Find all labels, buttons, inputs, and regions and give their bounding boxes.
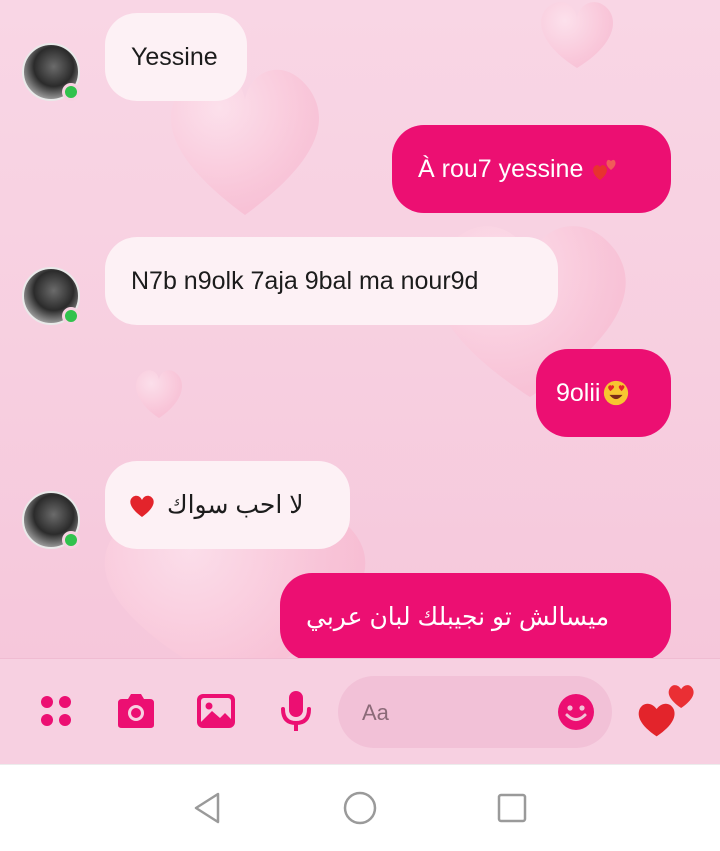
hearts-icon[interactable] <box>634 676 700 742</box>
heart-eyes-face-icon <box>604 380 629 406</box>
online-status-dot <box>62 83 80 101</box>
recents-icon[interactable] <box>496 792 528 824</box>
message-text: 9olii <box>556 378 601 407</box>
image-icon[interactable] <box>192 687 240 735</box>
message-bubble-outgoing[interactable]: À rou7 yessine <box>392 125 671 213</box>
microphone-icon[interactable] <box>272 687 320 735</box>
message-bubble-incoming[interactable]: Yessine <box>105 13 247 101</box>
message-text: Yessine <box>131 42 218 71</box>
online-status-dot <box>62 307 80 325</box>
message-text: ميسالش تو نجيبلك لبان عربي <box>306 603 610 631</box>
back-icon[interactable] <box>192 791 222 825</box>
avatar[interactable] <box>22 43 80 101</box>
red-heart-icon <box>130 495 154 517</box>
message-bubble-outgoing[interactable]: 9olii <box>536 349 671 437</box>
two-hearts-icon <box>593 159 616 180</box>
avatar[interactable] <box>22 491 80 549</box>
smiley-icon[interactable] <box>556 692 596 732</box>
background-heart-icon <box>535 0 620 70</box>
message-input[interactable]: Aa <box>338 676 612 748</box>
avatar[interactable] <box>22 267 80 325</box>
message-bubble-incoming[interactable]: N7b n9olk 7aja 9bal ma nour9d <box>105 237 558 325</box>
background-heart-icon <box>132 368 187 420</box>
message-input-placeholder: Aa <box>362 700 389 725</box>
message-text: لا احب سواك <box>167 491 304 519</box>
message-bubble-incoming[interactable]: لا احب سواك <box>105 461 350 549</box>
apps-icon[interactable] <box>32 687 80 735</box>
system-navigation-bar <box>0 764 720 851</box>
online-status-dot <box>62 531 80 549</box>
home-icon[interactable] <box>342 790 378 826</box>
message-text: À rou7 yessine <box>418 154 584 183</box>
message-bubble-outgoing[interactable]: ميسالش تو نجيبلك لبان عربي <box>280 573 671 658</box>
chat-area[interactable]: Yessine À rou7 yessine N7b n9olk 7aja 9b… <box>0 0 720 658</box>
message-text: N7b n9olk 7aja 9bal ma nour9d <box>131 266 479 295</box>
camera-icon[interactable] <box>112 687 160 735</box>
